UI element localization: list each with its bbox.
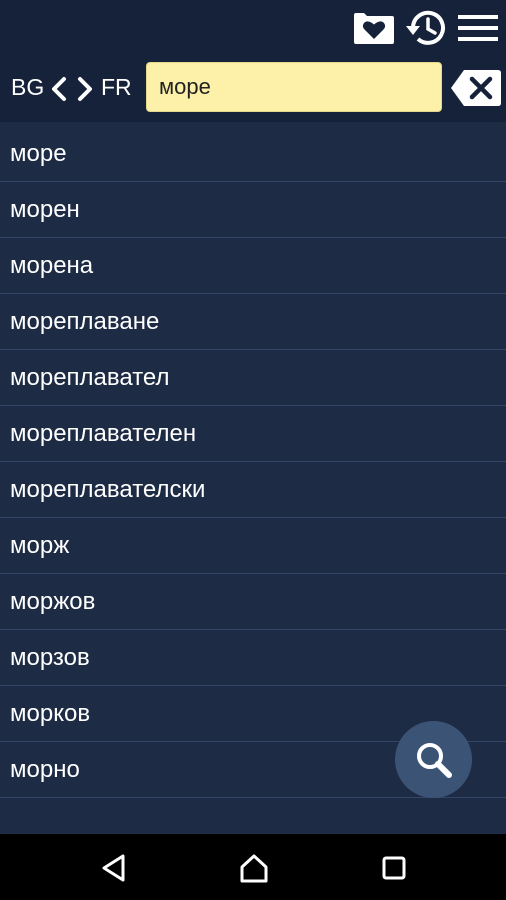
chevron-right-icon[interactable] (74, 76, 96, 102)
source-language[interactable]: BG (11, 74, 44, 101)
result-row[interactable]: морена (0, 238, 506, 294)
result-row[interactable]: мореплавателен (0, 406, 506, 462)
nav-home-button[interactable] (236, 852, 272, 884)
target-language[interactable]: FR (101, 74, 132, 101)
favorites-button[interactable] (352, 8, 396, 48)
result-row[interactable]: морен (0, 182, 506, 238)
home-icon (240, 854, 268, 883)
history-button[interactable] (404, 8, 448, 48)
result-row[interactable]: морзов (0, 630, 506, 686)
back-triangle-icon (102, 854, 125, 882)
search-icon (416, 742, 452, 778)
top-actions (344, 8, 500, 48)
result-row[interactable]: мореплаване (0, 294, 506, 350)
chevron-left-icon[interactable] (48, 76, 70, 102)
system-nav-bar (0, 834, 506, 900)
recent-apps-square-icon (382, 856, 406, 880)
backspace-clear-icon (451, 70, 501, 106)
result-row[interactable]: морж (0, 518, 506, 574)
result-row[interactable]: моржов (0, 574, 506, 630)
favorites-heart-icon (354, 13, 394, 44)
menu-icon (458, 15, 498, 41)
language-search-row: BG FR (0, 62, 506, 114)
menu-button[interactable] (456, 8, 500, 48)
result-row[interactable]: мореплавателски (0, 462, 506, 518)
result-row[interactable]: мореплавател (0, 350, 506, 406)
clear-search-button[interactable] (450, 68, 502, 108)
history-icon (406, 10, 445, 45)
search-fab-button[interactable] (395, 721, 472, 798)
nav-recent-apps-button[interactable] (376, 852, 412, 884)
results-list: море морен морена мореплаване мореплавател мо… (0, 126, 506, 798)
search-box (146, 62, 442, 112)
search-input[interactable] (147, 63, 441, 111)
nav-back-button[interactable] (96, 852, 132, 884)
top-bar: BG FR (0, 0, 506, 122)
result-row[interactable]: море (0, 126, 506, 182)
